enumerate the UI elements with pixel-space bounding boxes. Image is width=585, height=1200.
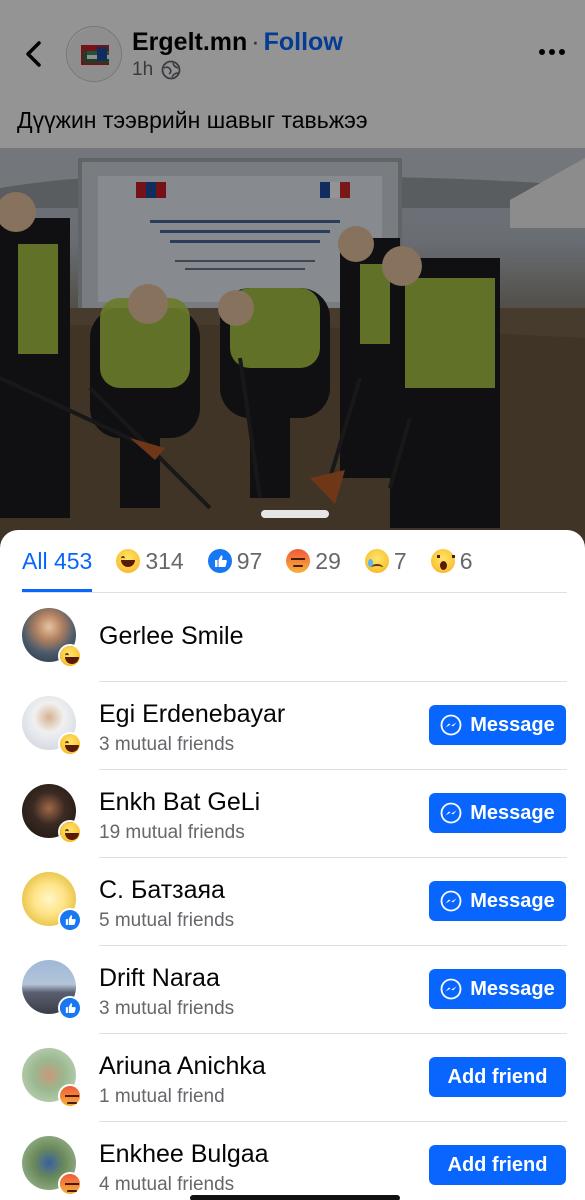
reaction-badge — [58, 908, 82, 932]
person-name[interactable]: Drift Naraa — [99, 964, 220, 993]
message-button[interactable]: Message — [429, 881, 566, 921]
tab-sad[interactable]: 7 — [364, 530, 407, 592]
angry-reaction-icon — [60, 1086, 80, 1106]
list-item[interactable]: С. Батзаяа 5 mutual friends Message — [0, 858, 585, 946]
tab-wow[interactable]: 6 — [430, 530, 473, 592]
mutual-friends: 3 mutual friends — [99, 998, 235, 1019]
reaction-badge — [58, 820, 82, 844]
list-item[interactable]: Enkhee Bulgaa 4 mutual friends Add frien… — [0, 1122, 585, 1200]
mutual-friends: 4 mutual friends — [99, 1174, 235, 1195]
dim-overlay[interactable] — [0, 0, 585, 560]
person-name[interactable]: С. Батзаяа — [99, 876, 225, 905]
like-reaction-icon — [60, 910, 80, 930]
mutual-friends: 19 mutual friends — [99, 822, 245, 843]
reactions-sheet: All 453 314 97 29 7 6 Gerlee Smile Egi E… — [0, 530, 585, 1200]
list-item[interactable]: Gerlee Smile — [0, 594, 585, 682]
mutual-friends: 3 mutual friends — [99, 734, 235, 755]
list-item[interactable]: Enkh Bat GeLi 19 mutual friends Message — [0, 770, 585, 858]
message-button[interactable]: Message — [429, 969, 566, 1009]
list-item[interactable]: Drift Naraa 3 mutual friends Message — [0, 946, 585, 1034]
message-button-label: Message — [470, 977, 555, 1000]
tab-wow-count: 6 — [459, 547, 473, 574]
tab-all-label: All 453 — [22, 547, 93, 574]
reaction-badge — [58, 1172, 82, 1196]
like-reaction-icon — [60, 998, 80, 1018]
messenger-icon — [440, 714, 462, 736]
reaction-tabs: All 453 314 97 29 7 6 — [22, 530, 496, 592]
home-indicator[interactable] — [190, 1195, 400, 1200]
add-friend-button[interactable]: Add friend — [429, 1057, 566, 1097]
mutual-friends: 1 mutual friend — [99, 1086, 225, 1107]
messenger-icon — [440, 890, 462, 912]
tab-all[interactable]: All 453 — [22, 530, 93, 592]
haha-reaction-icon — [60, 646, 80, 666]
tab-like[interactable]: 97 — [207, 530, 263, 592]
like-reaction-icon — [207, 549, 232, 573]
message-button[interactable]: Message — [429, 705, 566, 745]
tabs-divider — [22, 592, 567, 593]
angry-reaction-icon — [60, 1174, 80, 1194]
reactors-list: Gerlee Smile Egi Erdenebayar 3 mutual fr… — [0, 594, 585, 1200]
sad-reaction-icon — [364, 549, 389, 573]
person-name[interactable]: Enkh Bat GeLi — [99, 788, 260, 817]
tab-angry-count: 29 — [315, 547, 341, 574]
tab-haha-count: 314 — [145, 547, 184, 574]
mutual-friends: 5 mutual friends — [99, 910, 235, 931]
tab-angry[interactable]: 29 — [286, 530, 341, 592]
message-button-label: Message — [470, 713, 555, 736]
angry-reaction-icon — [286, 549, 311, 573]
list-item[interactable]: Egi Erdenebayar 3 mutual friends Message — [0, 682, 585, 770]
person-name[interactable]: Ariuna Anichka — [99, 1052, 266, 1081]
messenger-icon — [440, 978, 462, 1000]
haha-reaction-icon — [116, 549, 141, 573]
add-friend-button-label: Add friend — [447, 1153, 548, 1176]
reaction-badge — [58, 1084, 82, 1108]
person-name[interactable]: Enkhee Bulgaa — [99, 1140, 269, 1169]
tab-sad-count: 7 — [393, 547, 407, 574]
messenger-icon — [440, 802, 462, 824]
add-friend-button[interactable]: Add friend — [429, 1145, 566, 1185]
tab-haha[interactable]: 314 — [116, 530, 184, 592]
tab-like-count: 97 — [236, 547, 263, 574]
reaction-badge — [58, 996, 82, 1020]
add-friend-button-label: Add friend — [447, 1065, 548, 1088]
person-name[interactable]: Egi Erdenebayar — [99, 700, 285, 729]
message-button-label: Message — [470, 801, 555, 824]
person-name[interactable]: Gerlee Smile — [99, 622, 244, 651]
wow-reaction-icon — [430, 549, 455, 573]
reaction-badge — [58, 644, 82, 668]
list-item[interactable]: Ariuna Anichka 1 mutual friend Add frien… — [0, 1034, 585, 1122]
haha-reaction-icon — [60, 822, 80, 842]
haha-reaction-icon — [60, 734, 80, 754]
sheet-drag-handle[interactable] — [261, 510, 329, 518]
message-button-label: Message — [470, 889, 555, 912]
message-button[interactable]: Message — [429, 793, 566, 833]
reaction-badge — [58, 732, 82, 756]
